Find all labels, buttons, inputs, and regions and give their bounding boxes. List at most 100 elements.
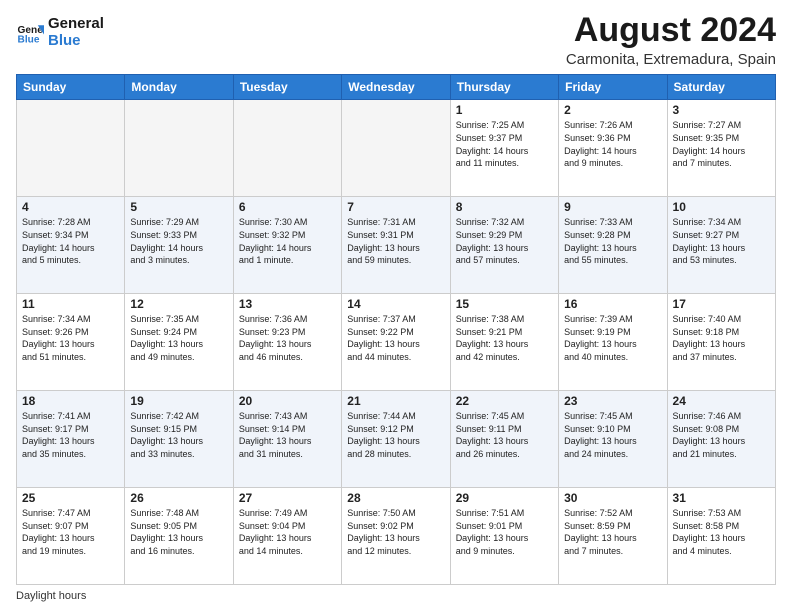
day-number: 30 xyxy=(564,491,661,505)
day-detail: Sunrise: 7:51 AM Sunset: 9:01 PM Dayligh… xyxy=(456,507,553,557)
day-detail: Sunrise: 7:26 AM Sunset: 9:36 PM Dayligh… xyxy=(564,119,661,169)
day-detail: Sunrise: 7:46 AM Sunset: 9:08 PM Dayligh… xyxy=(673,410,770,460)
header-wednesday: Wednesday xyxy=(342,75,450,100)
calendar-cell-0-6: 3 Sunrise: 7:27 AM Sunset: 9:35 PM Daylig… xyxy=(667,100,775,197)
footer: Daylight hours xyxy=(16,590,776,602)
day-number: 18 xyxy=(22,394,119,408)
day-detail: Sunrise: 7:39 AM Sunset: 9:19 PM Dayligh… xyxy=(564,313,661,363)
calendar-cell-3-6: 24 Sunrise: 7:46 AM Sunset: 9:08 PM Dayli… xyxy=(667,391,775,488)
day-detail: Sunrise: 7:34 AM Sunset: 9:27 PM Dayligh… xyxy=(673,216,770,266)
day-number: 16 xyxy=(564,297,661,311)
calendar-cell-4-5: 30 Sunrise: 7:52 AM Sunset: 8:59 PM Dayli… xyxy=(559,488,667,585)
day-number: 3 xyxy=(673,103,770,117)
day-number: 7 xyxy=(347,200,444,214)
header-thursday: Thursday xyxy=(450,75,558,100)
day-number: 4 xyxy=(22,200,119,214)
day-detail: Sunrise: 7:31 AM Sunset: 9:31 PM Dayligh… xyxy=(347,216,444,266)
day-number: 24 xyxy=(673,394,770,408)
calendar-week-2: 11Sunrise: 7:34 AM Sunset: 9:26 PM Dayli… xyxy=(17,294,776,391)
calendar-cell-4-6: 31 Sunrise: 7:53 AM Sunset: 8:58 PM Dayli… xyxy=(667,488,775,585)
day-detail: Sunrise: 7:27 AM Sunset: 9:35 PM Dayligh… xyxy=(673,119,770,169)
header-monday: Monday xyxy=(125,75,233,100)
logo-line2: Blue xyxy=(48,33,104,50)
day-number: 17 xyxy=(673,297,770,311)
calendar-cell-2-5: 16 Sunrise: 7:39 AM Sunset: 9:19 PM Dayli… xyxy=(559,294,667,391)
calendar-cell-1-2: 6 Sunrise: 7:30 AM Sunset: 9:32 PM Daylig… xyxy=(233,197,341,294)
calendar-cell-1-4: 8 Sunrise: 7:32 AM Sunset: 9:29 PM Daylig… xyxy=(450,197,558,294)
day-detail: Sunrise: 7:28 AM Sunset: 9:34 PM Dayligh… xyxy=(22,216,119,266)
calendar-cell-4-4: 29 Sunrise: 7:51 AM Sunset: 9:01 PM Dayli… xyxy=(450,488,558,585)
day-detail: Sunrise: 7:52 AM Sunset: 8:59 PM Dayligh… xyxy=(564,507,661,557)
day-detail: Sunrise: 7:36 AM Sunset: 9:23 PM Dayligh… xyxy=(239,313,336,363)
calendar-cell-4-0: 25Sunrise: 7:47 AM Sunset: 9:07 PM Dayli… xyxy=(17,488,125,585)
day-detail: Sunrise: 7:48 AM Sunset: 9:05 PM Dayligh… xyxy=(130,507,227,557)
day-number: 23 xyxy=(564,394,661,408)
calendar-cell-1-5: 9Sunrise: 7:33 AM Sunset: 9:28 PM Daylig… xyxy=(559,197,667,294)
location-title: Carmonita, Extremadura, Spain xyxy=(566,51,776,68)
day-detail: Sunrise: 7:53 AM Sunset: 8:58 PM Dayligh… xyxy=(673,507,770,557)
logo-line1: General xyxy=(48,16,104,33)
calendar-cell-0-0 xyxy=(17,100,125,197)
day-detail: Sunrise: 7:44 AM Sunset: 9:12 PM Dayligh… xyxy=(347,410,444,460)
calendar-cell-1-3: 7 Sunrise: 7:31 AM Sunset: 9:31 PM Daylig… xyxy=(342,197,450,294)
calendar-cell-2-0: 11Sunrise: 7:34 AM Sunset: 9:26 PM Dayli… xyxy=(17,294,125,391)
header-row-days: Sunday Monday Tuesday Wednesday Thursday… xyxy=(17,75,776,100)
day-number: 11 xyxy=(22,297,119,311)
day-detail: Sunrise: 7:29 AM Sunset: 9:33 PM Dayligh… xyxy=(130,216,227,266)
header-row: General Blue General Blue August 2024 Ca… xyxy=(16,12,776,68)
logo: General Blue General Blue xyxy=(16,16,104,49)
day-number: 8 xyxy=(456,200,553,214)
calendar-cell-0-3 xyxy=(342,100,450,197)
day-number: 6 xyxy=(239,200,336,214)
calendar-cell-2-4: 15 Sunrise: 7:38 AM Sunset: 9:21 PM Dayli… xyxy=(450,294,558,391)
day-detail: Sunrise: 7:45 AM Sunset: 9:11 PM Dayligh… xyxy=(456,410,553,460)
calendar-cell-3-0: 18Sunrise: 7:41 AM Sunset: 9:17 PM Dayli… xyxy=(17,391,125,488)
day-detail: Sunrise: 7:49 AM Sunset: 9:04 PM Dayligh… xyxy=(239,507,336,557)
header-sunday: Sunday xyxy=(17,75,125,100)
day-number: 31 xyxy=(673,491,770,505)
calendar-cell-3-1: 19Sunrise: 7:42 AM Sunset: 9:15 PM Dayli… xyxy=(125,391,233,488)
day-detail: Sunrise: 7:30 AM Sunset: 9:32 PM Dayligh… xyxy=(239,216,336,266)
day-number: 12 xyxy=(130,297,227,311)
calendar-week-0: 1 Sunrise: 7:25 AM Sunset: 9:37 PM Daylig… xyxy=(17,100,776,197)
calendar-cell-3-2: 20Sunrise: 7:43 AM Sunset: 9:14 PM Dayli… xyxy=(233,391,341,488)
day-number: 27 xyxy=(239,491,336,505)
header-friday: Friday xyxy=(559,75,667,100)
calendar-cell-4-2: 27 Sunrise: 7:49 AM Sunset: 9:04 PM Dayli… xyxy=(233,488,341,585)
calendar-week-4: 25Sunrise: 7:47 AM Sunset: 9:07 PM Dayli… xyxy=(17,488,776,585)
day-detail: Sunrise: 7:40 AM Sunset: 9:18 PM Dayligh… xyxy=(673,313,770,363)
day-detail: Sunrise: 7:38 AM Sunset: 9:21 PM Dayligh… xyxy=(456,313,553,363)
day-number: 9 xyxy=(564,200,661,214)
calendar-cell-4-3: 28 Sunrise: 7:50 AM Sunset: 9:02 PM Dayli… xyxy=(342,488,450,585)
day-number: 29 xyxy=(456,491,553,505)
day-number: 22 xyxy=(456,394,553,408)
month-title: August 2024 xyxy=(566,12,776,49)
day-number: 13 xyxy=(239,297,336,311)
day-number: 20 xyxy=(239,394,336,408)
page: General Blue General Blue August 2024 Ca… xyxy=(0,0,792,612)
day-number: 15 xyxy=(456,297,553,311)
header-tuesday: Tuesday xyxy=(233,75,341,100)
day-number: 14 xyxy=(347,297,444,311)
calendar-cell-0-5: 2Sunrise: 7:26 AM Sunset: 9:36 PM Daylig… xyxy=(559,100,667,197)
title-block: August 2024 Carmonita, Extremadura, Spai… xyxy=(566,12,776,68)
calendar-cell-1-1: 5 Sunrise: 7:29 AM Sunset: 9:33 PM Daylig… xyxy=(125,197,233,294)
day-number: 1 xyxy=(456,103,553,117)
day-detail: Sunrise: 7:45 AM Sunset: 9:10 PM Dayligh… xyxy=(564,410,661,460)
day-number: 5 xyxy=(130,200,227,214)
day-number: 19 xyxy=(130,394,227,408)
day-number: 21 xyxy=(347,394,444,408)
day-detail: Sunrise: 7:47 AM Sunset: 9:07 PM Dayligh… xyxy=(22,507,119,557)
calendar-cell-1-6: 10Sunrise: 7:34 AM Sunset: 9:27 PM Dayli… xyxy=(667,197,775,294)
day-detail: Sunrise: 7:32 AM Sunset: 9:29 PM Dayligh… xyxy=(456,216,553,266)
calendar-cell-4-1: 26 Sunrise: 7:48 AM Sunset: 9:05 PM Dayli… xyxy=(125,488,233,585)
day-number: 28 xyxy=(347,491,444,505)
day-detail: Sunrise: 7:25 AM Sunset: 9:37 PM Dayligh… xyxy=(456,119,553,169)
day-number: 26 xyxy=(130,491,227,505)
logo-icon: General Blue xyxy=(16,19,44,47)
calendar-cell-0-2 xyxy=(233,100,341,197)
day-detail: Sunrise: 7:50 AM Sunset: 9:02 PM Dayligh… xyxy=(347,507,444,557)
calendar-week-1: 4 Sunrise: 7:28 AM Sunset: 9:34 PM Daylig… xyxy=(17,197,776,294)
day-detail: Sunrise: 7:35 AM Sunset: 9:24 PM Dayligh… xyxy=(130,313,227,363)
calendar-week-3: 18Sunrise: 7:41 AM Sunset: 9:17 PM Dayli… xyxy=(17,391,776,488)
